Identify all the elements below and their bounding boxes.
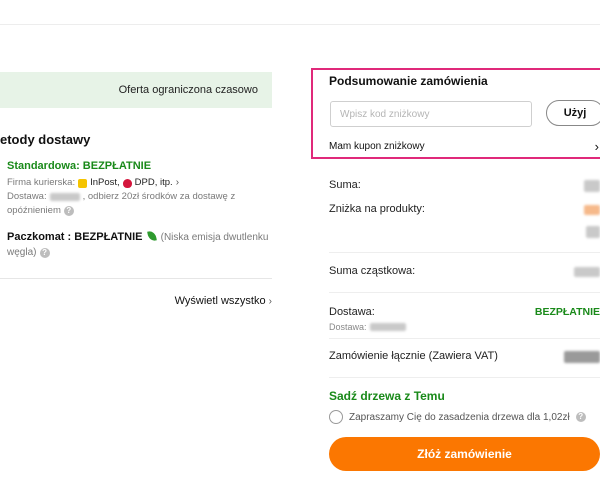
- delivery-label: Dostawa:: [7, 191, 47, 202]
- coupon-code-input[interactable]: [330, 101, 532, 127]
- plant-tree-radio[interactable]: [329, 410, 343, 424]
- sum-row: Suma:: [329, 179, 600, 192]
- carrier-line[interactable]: Firma kurierska: InPost, DPD, itp. ›: [7, 176, 269, 190]
- offer-banner-text: Oferta ograniczona czasowo: [118, 84, 258, 96]
- paczkomat-delivery-option[interactable]: Paczkomat : BEZPŁATNIE (Niska emisja dwu…: [7, 230, 269, 260]
- chevron-right-icon: ›: [175, 177, 180, 188]
- order-summary-coupon-box: Podsumowanie zamówienia Użyj Mam kupon z…: [311, 68, 600, 159]
- top-divider: [0, 24, 600, 25]
- shipping-date-line: Dostawa:: [329, 322, 600, 332]
- carrier-inpost: InPost,: [90, 177, 120, 188]
- shipping-date-blurred: [369, 323, 406, 331]
- chevron-right-icon: ›: [268, 296, 272, 307]
- have-coupon-link[interactable]: Mam kupon zniżkowy ›: [329, 139, 599, 154]
- summary-divider: [329, 292, 600, 293]
- delivery-desc: , odbierz 20zł środków za dostawę z: [82, 191, 236, 202]
- summary-divider: [329, 338, 600, 339]
- plant-tree-label: Zapraszamy Cię do zasadzenia drzewa dla …: [349, 411, 570, 423]
- standard-delivery-title: Standardowa: BEZPŁATNIE: [7, 160, 152, 172]
- paczkomat-note: (Niska emisja dwutlenku: [160, 232, 269, 243]
- sum-label: Suma:: [329, 179, 361, 191]
- order-summary-title: Podsumowanie zamówienia: [329, 74, 488, 88]
- inpost-icon: [78, 178, 88, 188]
- total-value-blurred: [564, 351, 600, 363]
- blurred-date: [49, 193, 80, 201]
- discount-label: Zniżka na produkty:: [329, 203, 425, 215]
- total-label: Zamówienie łącznie (Zawiera VAT): [329, 350, 498, 362]
- apply-coupon-button[interactable]: Użyj: [546, 100, 600, 126]
- view-all-link[interactable]: Wyświetl wszystko ›: [175, 295, 272, 307]
- view-all-label: Wyświetl wszystko: [174, 295, 266, 307]
- sum-value-blurred: [584, 180, 600, 192]
- summary-divider: [329, 252, 600, 253]
- info-icon[interactable]: ?: [575, 412, 586, 422]
- carrier-dpd: DPD, itp.: [134, 177, 173, 188]
- plant-trees-title: Sadź drzewa z Temu: [329, 389, 445, 403]
- info-icon[interactable]: ?: [63, 206, 74, 216]
- have-coupon-label: Mam kupon zniżkowy: [329, 141, 425, 152]
- place-order-button[interactable]: Złóż zamówienie: [329, 437, 600, 471]
- subtotal-value-blurred: [574, 267, 600, 277]
- info-icon[interactable]: ?: [39, 248, 50, 258]
- carrier-label: Firma kurierska:: [7, 177, 76, 188]
- standard-delivery-option[interactable]: Standardowa: BEZPŁATNIE Firma kurierska:…: [7, 160, 269, 218]
- delivery-estimate-line: Dostawa: , odbierz 20zł środków za dosta…: [7, 190, 269, 204]
- total-row: Zamówienie łącznie (Zawiera VAT): [329, 350, 600, 363]
- discount-row: Zniżka na produkty:: [329, 203, 600, 215]
- subtotal-row: Suma cząstkowa:: [329, 265, 600, 277]
- shipping-value: BEZPŁATNIE: [534, 306, 600, 318]
- leaf-icon: [146, 230, 157, 242]
- delivery-estimate-line-2: opóźnieniem ?: [7, 204, 269, 218]
- subtotal-label: Suma cząstkowa:: [329, 265, 416, 277]
- plant-tree-option[interactable]: Zapraszamy Cię do zasadzenia drzewa dla …: [329, 410, 600, 424]
- discount-value-blurred: [584, 205, 600, 215]
- delivery-desc-2: opóźnieniem: [7, 205, 61, 216]
- discount-extra-blurred: [586, 226, 600, 238]
- dpd-icon: [122, 178, 132, 188]
- left-divider: [0, 278, 272, 279]
- chevron-right-icon: ›: [594, 139, 599, 154]
- discount-extra-row: [329, 226, 600, 238]
- paczkomat-title: Paczkomat : BEZPŁATNIE: [7, 231, 143, 243]
- limited-offer-banner: Oferta ograniczona czasowo: [0, 72, 272, 108]
- summary-divider: [329, 377, 600, 378]
- shipping-sub-label: Dostawa:: [329, 322, 367, 332]
- shipping-label: Dostawa:: [329, 306, 375, 318]
- delivery-methods-heading: etody dostawy: [0, 132, 91, 147]
- shipping-row: Dostawa: BEZPŁATNIE Dostawa:: [329, 306, 600, 332]
- paczkomat-note-2: węgla): [7, 247, 37, 258]
